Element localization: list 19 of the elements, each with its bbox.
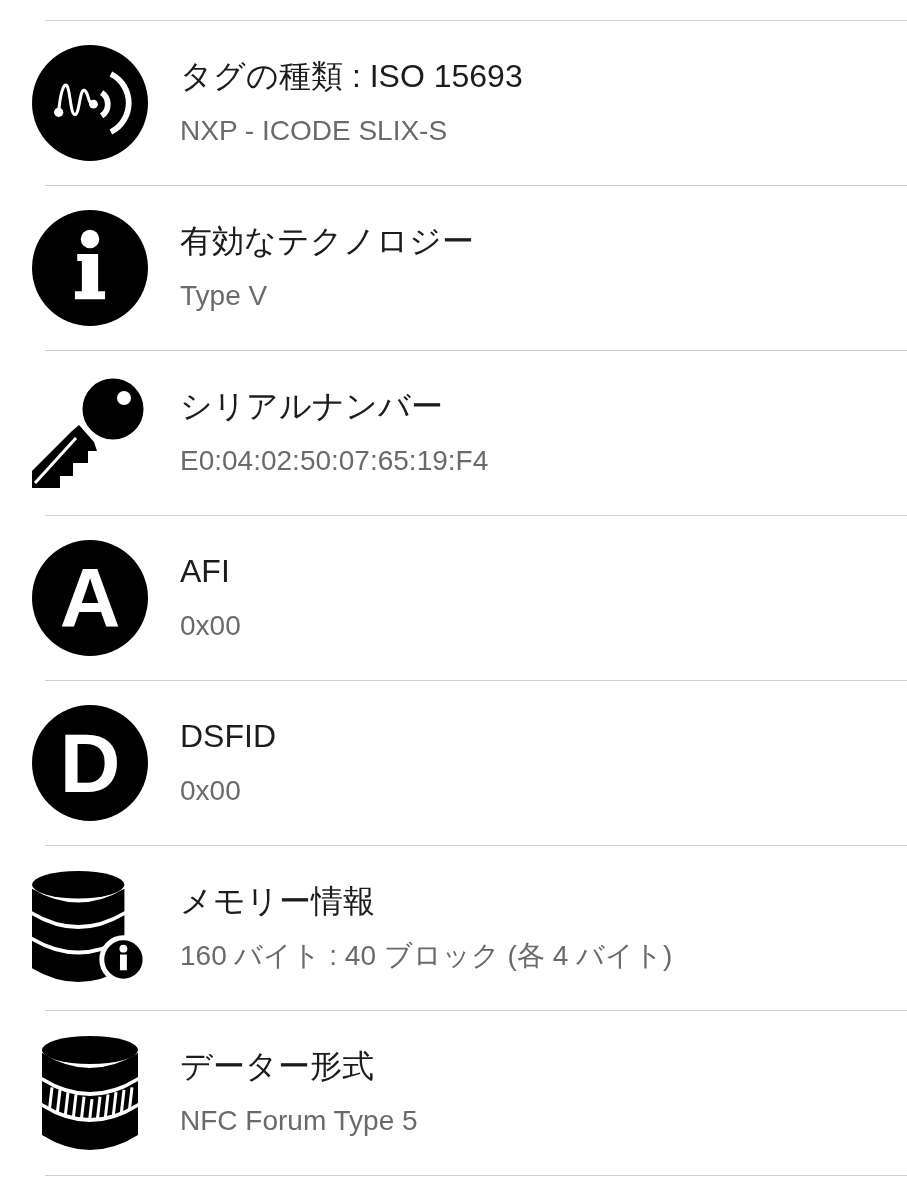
- row-value: 0x00: [180, 774, 241, 808]
- row-title: 有効なテクノロジー: [180, 222, 474, 261]
- row-title: AFI: [180, 552, 230, 591]
- letter-circle-icon: D: [32, 705, 148, 821]
- row-value: NFC Forum Type 5: [180, 1104, 418, 1138]
- row-value: Type V: [180, 279, 268, 313]
- row-title: データー形式: [180, 1047, 374, 1086]
- row-title: メモリー情報: [180, 882, 375, 921]
- row-value: NXP - ICODE SLIX-S: [180, 114, 448, 148]
- signal-wave-icon: [32, 45, 148, 161]
- row-title: タグの種類 : ISO 15693: [180, 57, 523, 96]
- row-title: シリアルナンバー: [180, 387, 443, 426]
- info-icon: [32, 210, 148, 326]
- row-title: DSFID: [180, 717, 276, 756]
- row-value: E0:04:02:50:07:65:19:F4: [180, 444, 489, 478]
- row-value: 160 バイト : 40 ブロック (各 4 バイト): [180, 939, 673, 973]
- letter-circle-icon: A: [32, 540, 148, 656]
- row-value: 0x00: [180, 609, 241, 643]
- database-striped-icon: [42, 1034, 138, 1152]
